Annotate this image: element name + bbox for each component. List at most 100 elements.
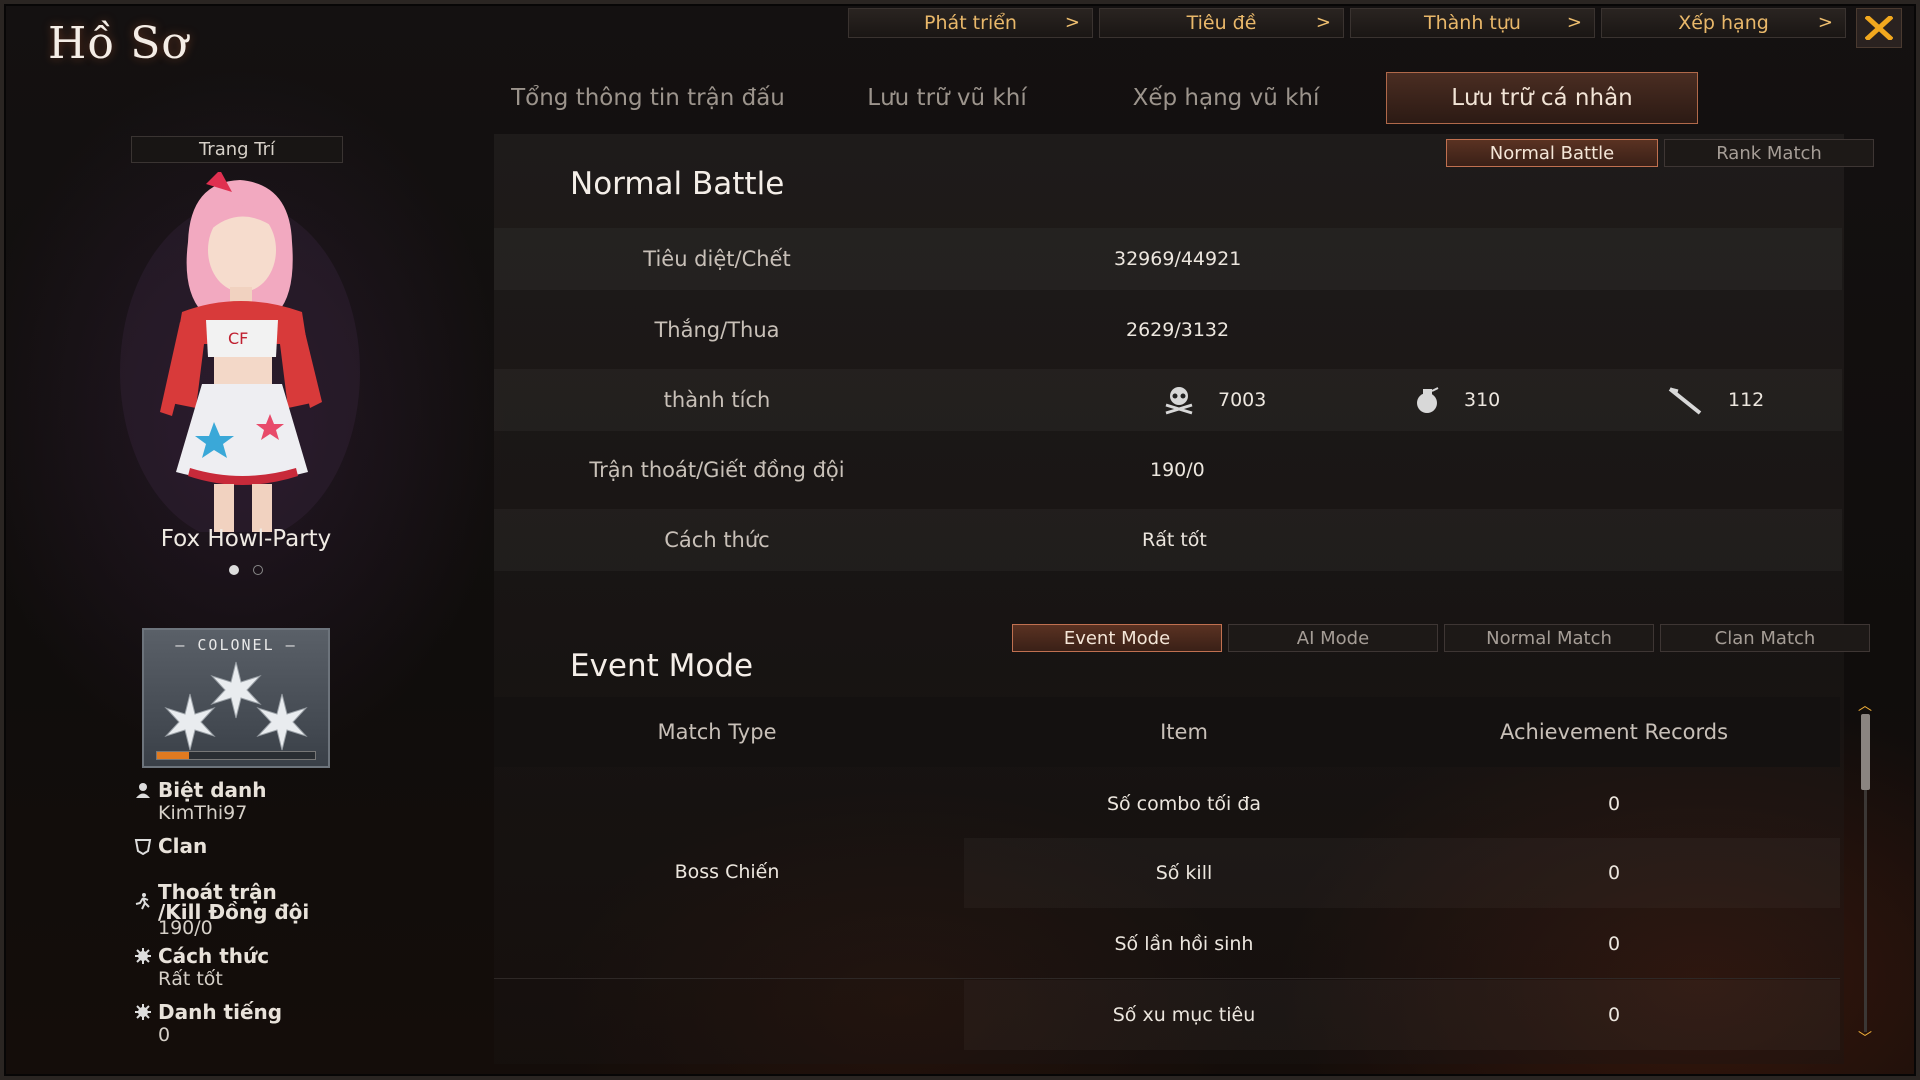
nickname-section: Biệt danh KimThi97 <box>134 778 266 824</box>
nav-label: Phát triển <box>924 12 1017 34</box>
rank-stars-icon <box>164 661 308 751</box>
stat-label: thành tích <box>663 388 771 412</box>
nav-label: Tiêu đề <box>1186 12 1257 34</box>
stat-label: Trận thoát/Giết đồng đội <box>589 458 845 482</box>
page-dot-1[interactable] <box>229 565 239 575</box>
item-cell: Số combo tối đa <box>1106 793 1262 815</box>
grenade-icon <box>1417 387 1439 413</box>
achievement-kills: 7003 <box>1162 369 1266 431</box>
gear-icon <box>135 948 151 964</box>
stat-value: 2629/3132 <box>1126 319 1230 341</box>
chevron-right-icon: > <box>1566 12 1582 33</box>
divider <box>494 978 1840 979</box>
rank-progress-fill <box>157 752 189 759</box>
nav-label: Xếp hạng <box>1678 12 1769 34</box>
fame-section: Danh tiếng 0 <box>134 1000 282 1046</box>
clan-icon <box>134 839 152 855</box>
event-table-header: Match Type Item Achievement Records <box>494 697 1840 767</box>
event-mode-title: Event Mode <box>570 648 754 684</box>
escape-label-1: Thoát trận <box>158 880 277 904</box>
tab-personal-storage[interactable]: Lưu trữ cá nhân <box>1386 72 1698 124</box>
chevron-right-icon: > <box>1315 12 1331 33</box>
tab-normal-match[interactable]: Normal Match <box>1444 624 1654 652</box>
nav-achievements[interactable]: Thành tựu > <box>1350 8 1595 38</box>
table-row: Số xu mục tiêu 0 <box>964 980 1840 1050</box>
stat-value: 32969/44921 <box>1114 248 1242 270</box>
nickname-label: Biệt danh <box>158 778 267 802</box>
chevron-right-icon: > <box>1064 12 1080 33</box>
nav-development[interactable]: Phát triển > <box>848 8 1093 38</box>
style-section: Cách thức Rất tốt <box>134 944 269 990</box>
normal-battle-title: Normal Battle <box>570 166 785 202</box>
nickname-value: KimThi97 <box>158 802 248 824</box>
nav-titles[interactable]: Tiêu đề > <box>1099 8 1344 38</box>
clan-label: Clan <box>158 834 208 858</box>
item-cell: Số lần hồi sinh <box>1114 933 1254 955</box>
nav-ranking[interactable]: Xếp hạng > <box>1601 8 1846 38</box>
fame-value: 0 <box>158 1024 171 1046</box>
close-button[interactable] <box>1856 8 1902 48</box>
tab-weapon-storage[interactable]: Lưu trữ vũ khí <box>828 72 1066 124</box>
rank-badge: — COLONEL — <box>142 628 330 768</box>
achievement-row: thành tích 7003 310 112 <box>494 369 1842 431</box>
mode-tabs: Event Mode AI Mode Normal Match Clan Mat… <box>1012 624 1870 652</box>
stat-label: Cách thức <box>664 528 770 552</box>
stat-label: Tiêu diệt/Chết <box>643 247 791 271</box>
tab-clan-match[interactable]: Clan Match <box>1660 624 1870 652</box>
stat-value: 190/0 <box>1150 459 1205 481</box>
clan-section: Clan <box>134 834 207 858</box>
table-scrollbar[interactable]: ︿ ﹀ <box>1858 699 1872 1046</box>
tab-ai-mode[interactable]: AI Mode <box>1228 624 1438 652</box>
style-value: Rất tốt <box>158 968 223 990</box>
column-achievement-records: Achievement Records <box>1499 720 1729 744</box>
gear-icon <box>135 1004 151 1020</box>
stat-row: Thắng/Thua 2629/3132 <box>494 299 1842 361</box>
normal-battle-button[interactable]: Normal Battle <box>1446 139 1658 167</box>
scroll-thumb[interactable] <box>1861 714 1870 790</box>
item-cell: Số xu mục tiêu <box>1112 1004 1256 1026</box>
stat-row: Tiêu diệt/Chết 32969/44921 <box>494 228 1842 290</box>
top-nav: Phát triển > Tiêu đề > Thành tựu > Xếp h… <box>848 8 1846 40</box>
stat-row: Trận thoát/Giết đồng đội 190/0 <box>494 439 1842 501</box>
achievement-melee: 112 <box>1666 369 1764 431</box>
achievement-grenades: 310 <box>1412 369 1500 431</box>
page-title: Hồ Sơ <box>48 18 189 69</box>
skull-icon <box>1165 387 1193 415</box>
tab-match-summary[interactable]: Tổng thông tin trận đấu <box>468 72 828 124</box>
svg-text:CF: CF <box>228 329 248 348</box>
user-icon <box>136 783 150 798</box>
table-row: Số lần hồi sinh 0 <box>494 909 1840 979</box>
rank-match-button[interactable]: Rank Match <box>1664 139 1874 167</box>
scroll-up-icon[interactable]: ︿ <box>1854 699 1876 713</box>
column-item: Item <box>1160 720 1208 744</box>
item-cell: Số kill <box>1155 862 1213 884</box>
column-match-type: Match Type <box>657 720 777 744</box>
chevron-right-icon: > <box>1817 12 1833 33</box>
stat-value: Rất tốt <box>1142 529 1207 551</box>
record-cell: 0 <box>1607 862 1621 884</box>
character-portrait: CF <box>110 170 370 542</box>
decoration-button[interactable]: Trang Trí <box>131 136 343 163</box>
style-label: Cách thức <box>158 944 270 968</box>
character-name: Fox Howl-Party <box>160 526 332 552</box>
table-row: Số kill 0 <box>964 838 1840 908</box>
tab-event-mode[interactable]: Event Mode <box>1012 624 1222 652</box>
close-icon <box>1865 16 1893 40</box>
rank-progress-bar <box>156 751 316 760</box>
page-dot-2[interactable] <box>253 565 263 575</box>
tab-weapon-ranking[interactable]: Xếp hạng vũ khí <box>1066 72 1386 124</box>
page-dots <box>229 565 263 575</box>
achievement-value: 7003 <box>1218 389 1267 411</box>
runner-icon <box>135 893 150 910</box>
stat-row: Cách thức Rất tốt <box>494 509 1842 571</box>
escape-section: Thoát trận /Kill Đồng đội 190/0 <box>134 882 309 938</box>
profile-tabs: Tổng thông tin trận đấu Lưu trữ vũ khí X… <box>468 72 1698 124</box>
record-cell: 0 <box>1607 1004 1621 1026</box>
fame-label: Danh tiếng <box>158 1000 283 1024</box>
scroll-down-icon[interactable]: ﹀ <box>1854 1032 1876 1046</box>
achievement-value: 310 <box>1464 389 1501 411</box>
record-cell: 0 <box>1607 793 1621 815</box>
table-row: Số combo tối đa 0 <box>494 769 1840 839</box>
record-cell: 0 <box>1607 933 1621 955</box>
battle-mode-toggle: Normal Battle Rank Match <box>1446 139 1874 167</box>
